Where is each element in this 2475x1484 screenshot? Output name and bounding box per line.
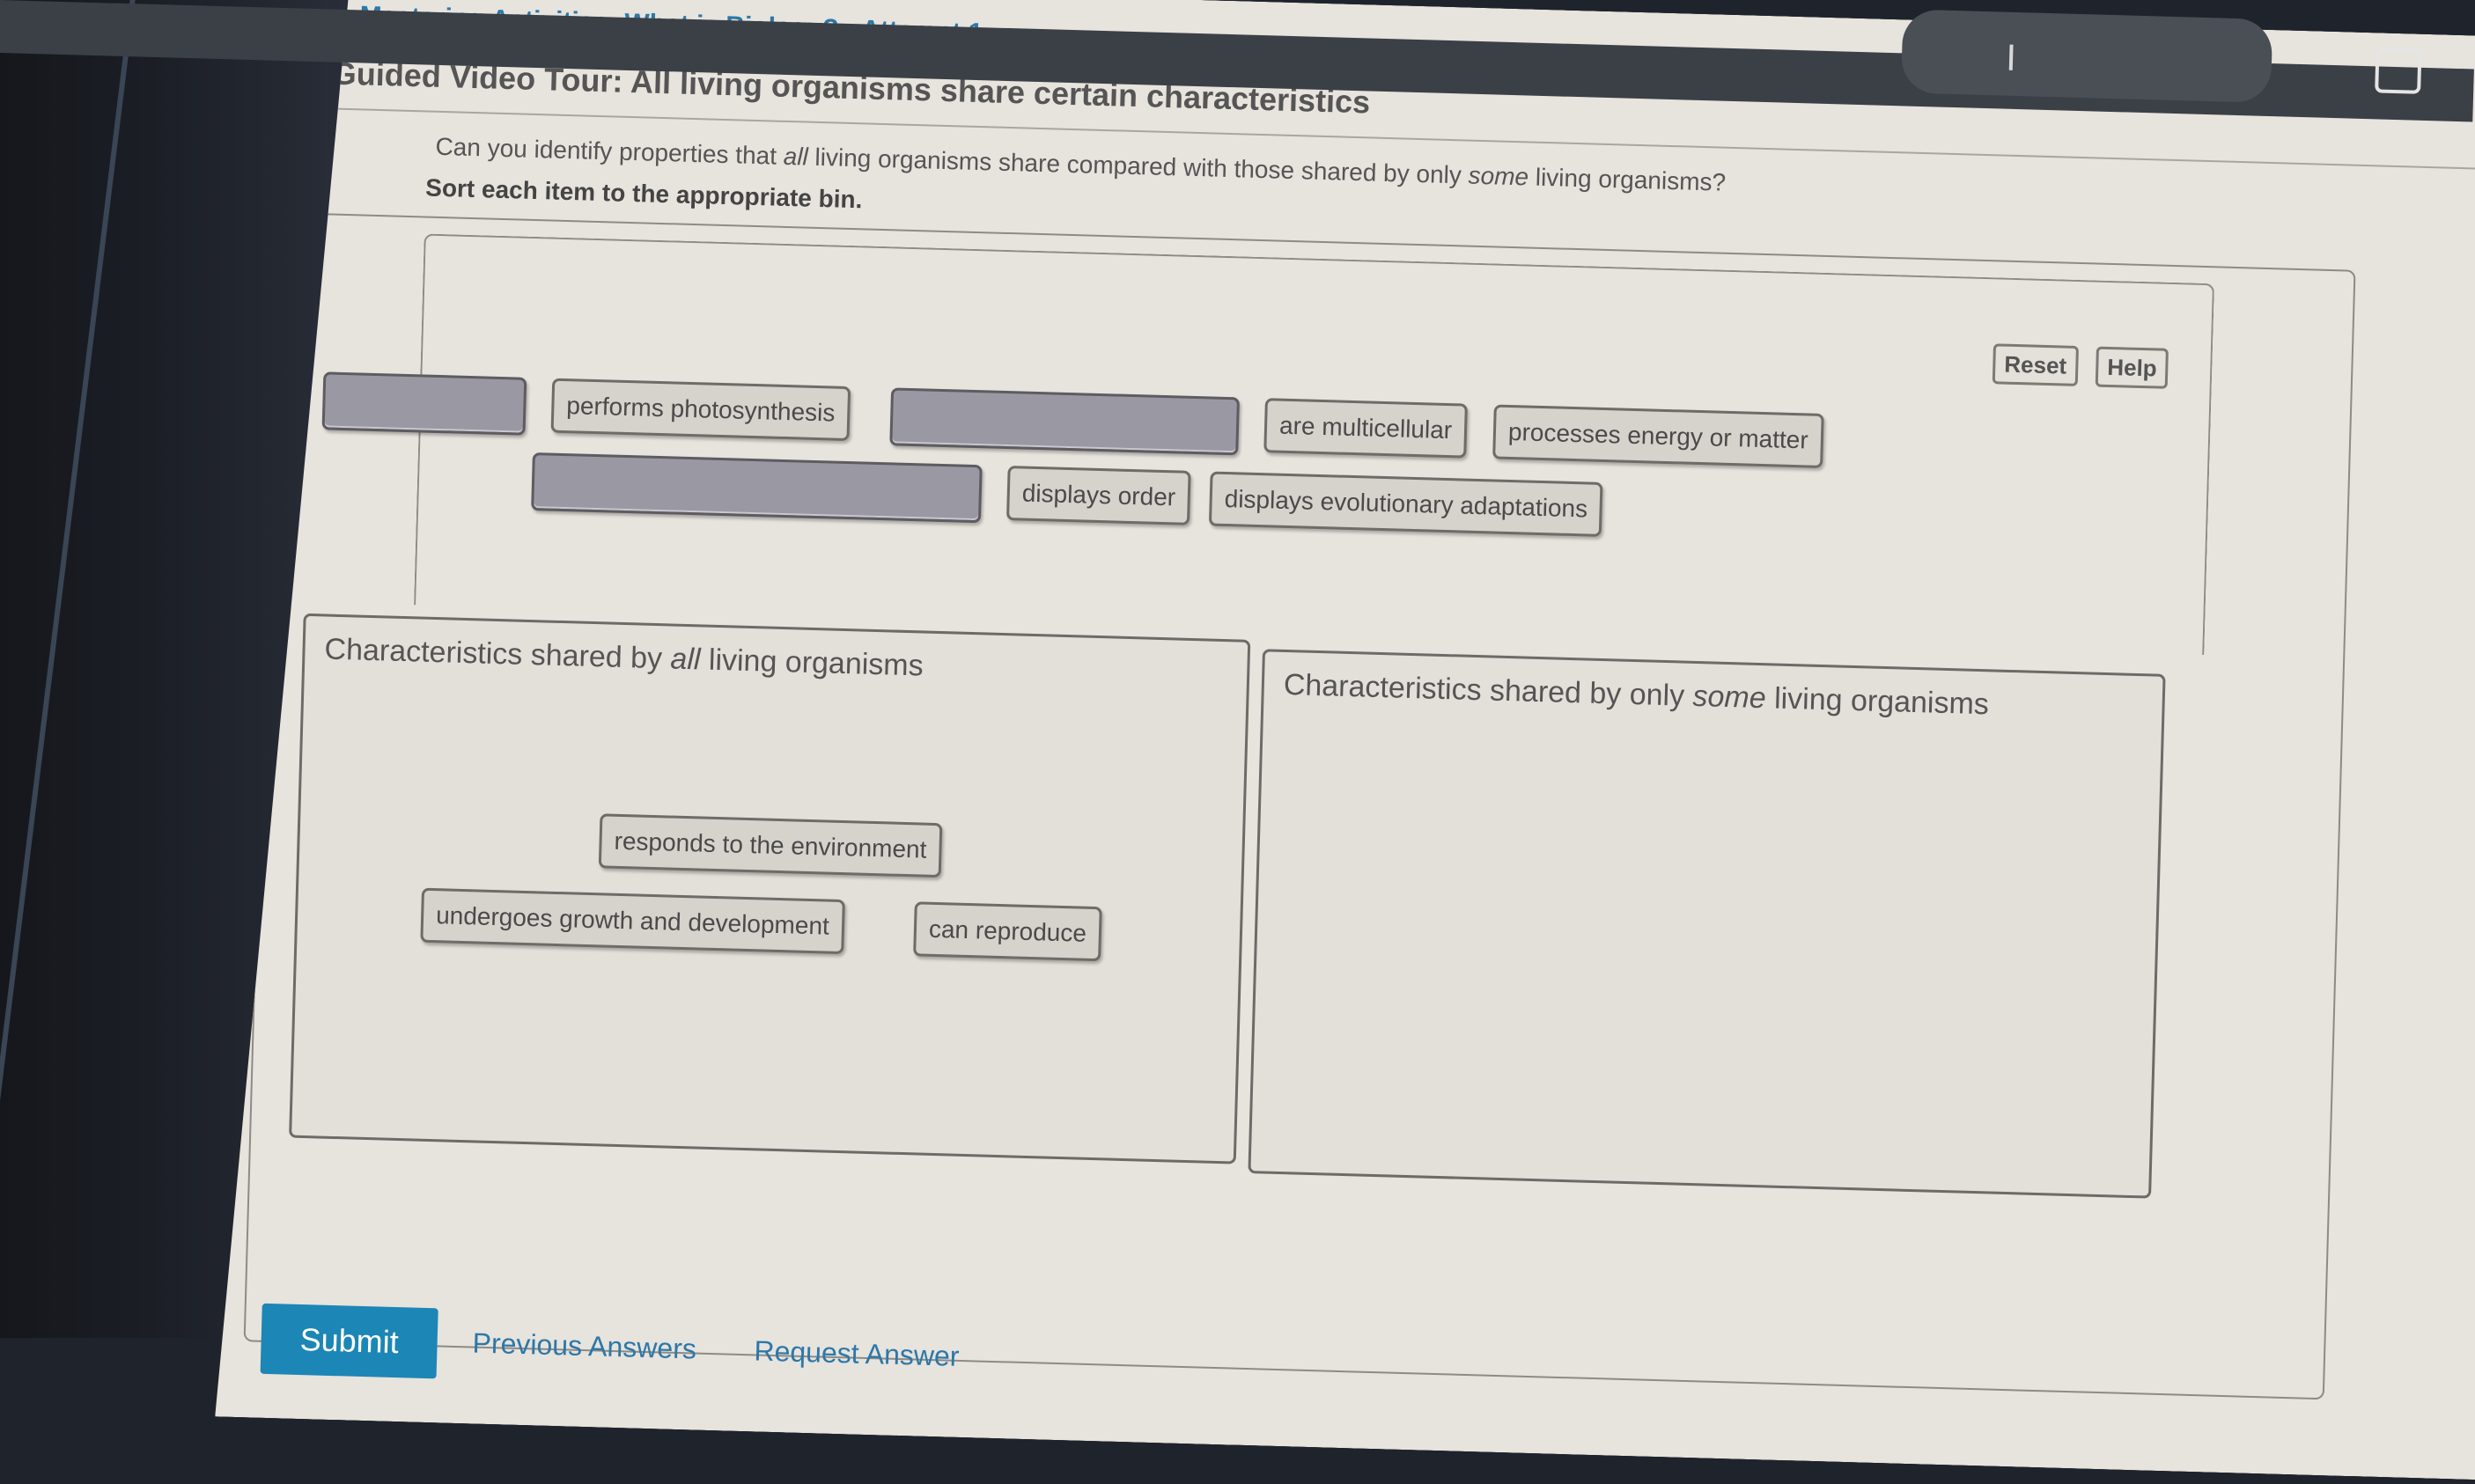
page: ‹Mastering Activities: What is Biology? … xyxy=(215,0,2475,1483)
bin-some-living-organisms[interactable]: Characteristics shared by only some livi… xyxy=(1248,649,2165,1198)
draggable-token[interactable]: are multicellular xyxy=(1263,398,1468,458)
help-button[interactable]: Help xyxy=(2096,347,2169,389)
bin-title: Characteristics shared by only some livi… xyxy=(1283,667,1990,722)
draggable-token[interactable]: performs photosynthesis xyxy=(551,378,851,441)
text-cursor-icon[interactable]: Ι xyxy=(2006,39,2017,79)
empty-token-slot xyxy=(322,371,527,435)
instruction-text: Sort each item to the appropriate bin. xyxy=(424,173,863,214)
request-answer-link[interactable]: Request Answer xyxy=(754,1334,960,1372)
draggable-token[interactable]: undergoes growth and development xyxy=(420,888,844,954)
empty-token-slot xyxy=(889,387,1240,455)
previous-answers-link[interactable]: Previous Answers xyxy=(472,1327,696,1366)
square-icon[interactable] xyxy=(2375,47,2422,94)
submit-button[interactable]: Submit xyxy=(261,1304,438,1379)
bin-title: Characteristics shared by all living org… xyxy=(324,632,924,683)
draggable-token[interactable]: can reproduce xyxy=(913,901,1102,961)
bin-all-living-organisms[interactable]: Characteristics shared by all living org… xyxy=(289,613,1250,1164)
reset-button[interactable]: Reset xyxy=(1993,343,2079,386)
draggable-token[interactable]: responds to the environment xyxy=(599,813,942,878)
draggable-token[interactable]: processes energy or matter xyxy=(1492,404,1823,467)
draggable-token[interactable]: displays evolutionary adaptations xyxy=(1209,472,1603,537)
toolbar-pill xyxy=(1900,9,2273,104)
draggable-token[interactable]: displays order xyxy=(1006,466,1191,525)
